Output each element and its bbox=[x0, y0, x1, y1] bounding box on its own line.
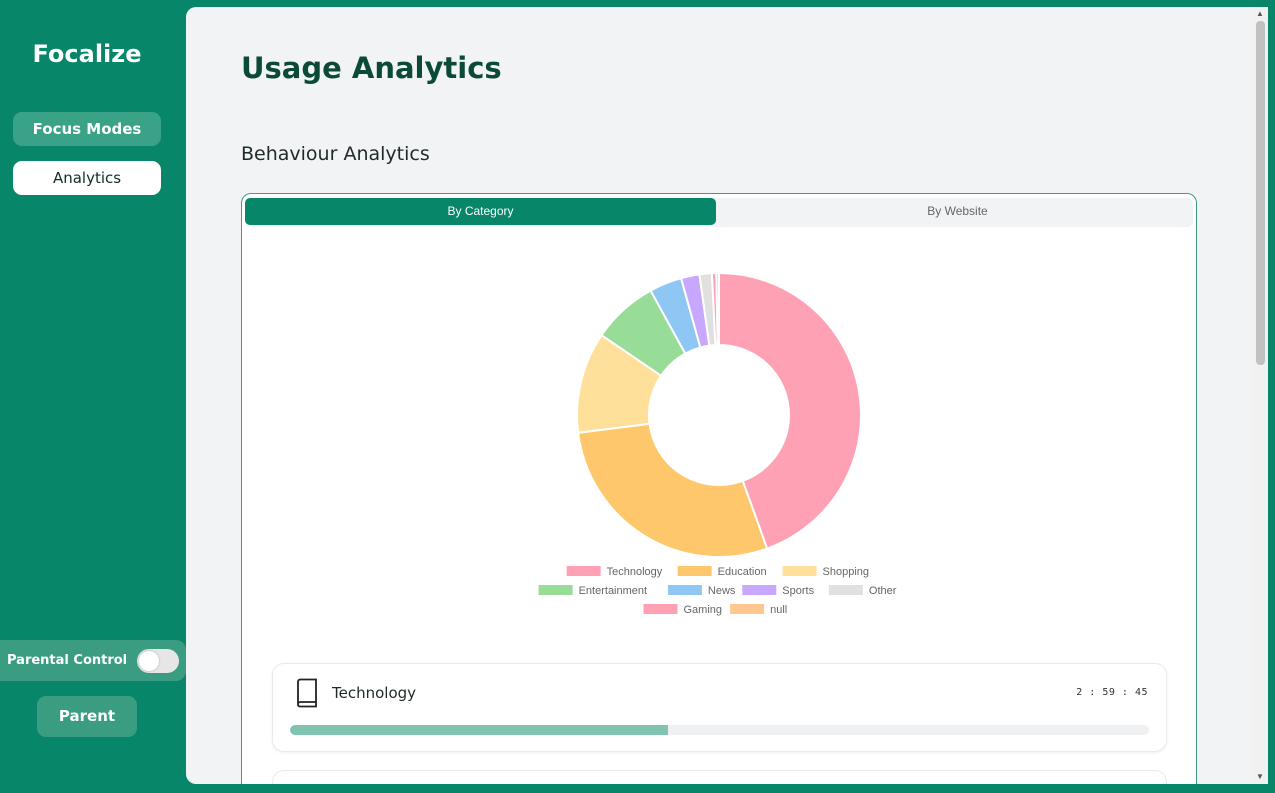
legend-swatch-Shopping[interactable] bbox=[782, 566, 817, 576]
pie-slice-Education[interactable] bbox=[577, 422, 769, 558]
section-title: Behaviour Analytics bbox=[241, 143, 430, 165]
scroll-down-arrow-icon[interactable]: ▼ bbox=[1252, 770, 1268, 784]
toggle-knob bbox=[139, 650, 160, 671]
legend-swatch-Entertainment[interactable] bbox=[538, 585, 573, 595]
legend-swatch-News[interactable] bbox=[667, 585, 702, 595]
parental-control-toggle[interactable] bbox=[137, 648, 180, 673]
category-progress-bar bbox=[290, 725, 1149, 735]
parental-control-label: Parental Control bbox=[7, 653, 128, 668]
legend-swatch-Other[interactable] bbox=[828, 585, 863, 595]
legend-label-Shopping[interactable]: Shopping bbox=[823, 566, 870, 578]
legend-swatch-Gaming[interactable] bbox=[643, 604, 678, 614]
legend-label-Education[interactable]: Education bbox=[718, 566, 767, 578]
scroll-up-arrow-icon[interactable]: ▲ bbox=[1252, 7, 1268, 21]
parent-button[interactable]: Parent bbox=[37, 696, 137, 737]
category-time: 2 : 59 : 45 bbox=[1076, 687, 1148, 698]
sidebar: Focalize Focus Modes Analytics Parental … bbox=[0, 0, 186, 793]
legend-swatch-null[interactable] bbox=[730, 604, 765, 614]
main-panel: Usage Analytics Behaviour Analytics By C… bbox=[186, 7, 1268, 784]
legend-label-Gaming[interactable]: Gaming bbox=[684, 604, 723, 616]
category-doughnut-chart: Technology Education Shopping Entertainment… bbox=[538, 271, 897, 616]
book-icon bbox=[297, 678, 317, 708]
legend-label-Technology[interactable]: Technology bbox=[607, 566, 663, 578]
parental-control-row: Parental Control bbox=[0, 640, 186, 681]
category-progress-fill bbox=[290, 725, 668, 735]
category-name: Technology bbox=[332, 684, 417, 702]
legend-label-News[interactable]: News bbox=[708, 585, 736, 597]
legend-label-Entertainment[interactable]: Entertainment bbox=[579, 585, 647, 597]
sidebar-item-analytics[interactable]: Analytics bbox=[13, 161, 161, 195]
app-brand: Focalize bbox=[32, 40, 142, 68]
list-item[interactable]: Technology 2 : 59 : 45 bbox=[272, 663, 1167, 752]
legend-swatch-Sports[interactable] bbox=[742, 585, 777, 595]
legend-label-null[interactable]: null bbox=[770, 604, 787, 616]
legend-swatch-Technology[interactable] bbox=[566, 566, 601, 576]
sidebar-item-focus-modes[interactable]: Focus Modes bbox=[13, 112, 161, 146]
legend-label-Sports[interactable]: Sports bbox=[782, 585, 814, 597]
analytics-card: By Category By Website Technology Educati… bbox=[241, 193, 1197, 784]
legend-swatch-Education[interactable] bbox=[677, 566, 712, 576]
page-title: Usage Analytics bbox=[241, 51, 502, 85]
scrollbar[interactable]: ▲ ▼ bbox=[1252, 7, 1268, 784]
legend-label-Other[interactable]: Other bbox=[869, 585, 897, 597]
pie-slice-null[interactable] bbox=[715, 271, 720, 347]
list-item[interactable] bbox=[272, 770, 1167, 784]
scroll-thumb[interactable] bbox=[1256, 21, 1265, 365]
